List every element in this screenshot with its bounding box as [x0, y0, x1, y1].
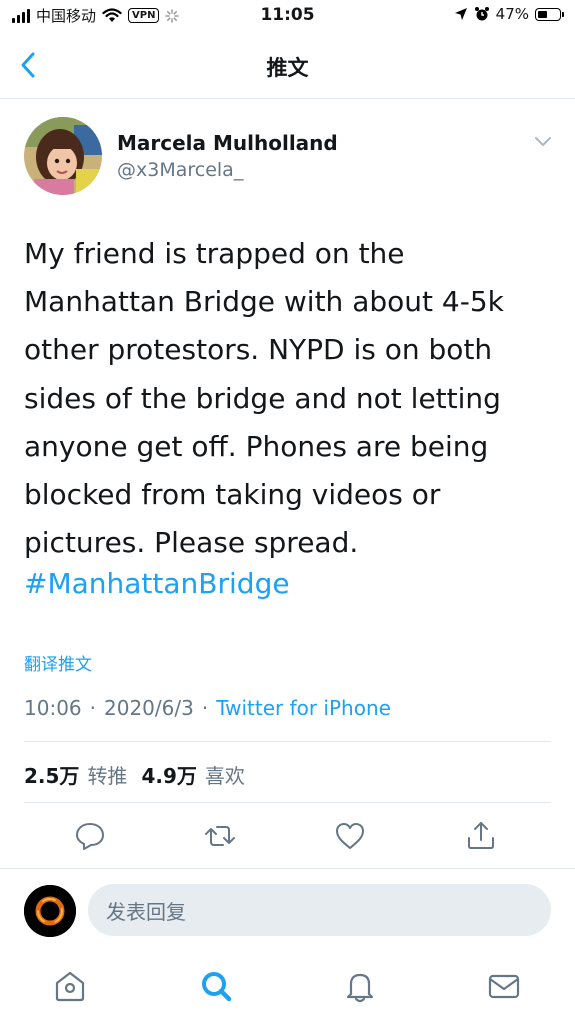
heart-icon[interactable]	[332, 818, 368, 854]
meta-separator: ·	[201, 696, 209, 720]
like-count[interactable]: 4.9万	[141, 760, 196, 789]
bell-icon[interactable]	[340, 966, 380, 1006]
location-arrow-icon	[454, 8, 467, 20]
home-icon[interactable]	[50, 966, 90, 1006]
tweet-date: 2020/6/3	[104, 696, 194, 720]
tweet-source-link[interactable]: Twitter for iPhone	[216, 696, 391, 720]
battery-icon	[535, 7, 564, 21]
alarm-icon	[474, 7, 489, 21]
chevron-down-icon[interactable]	[533, 134, 553, 148]
like-label[interactable]: 喜欢	[205, 760, 245, 789]
reply-input[interactable]: 发表回复	[88, 884, 551, 936]
divider	[0, 868, 575, 869]
divider	[24, 802, 551, 803]
author-name[interactable]: Marcela Mulholland	[117, 131, 338, 155]
share-icon[interactable]	[463, 818, 499, 854]
author-handle[interactable]: @x3Marcela_	[117, 159, 243, 181]
hashtag-link[interactable]: #ManhattanBridge	[24, 567, 290, 600]
avatar[interactable]	[24, 885, 76, 937]
retweet-count[interactable]: 2.5万	[24, 760, 79, 789]
status-right: 47%	[454, 5, 564, 23]
avatar[interactable]	[24, 117, 102, 195]
retweet-icon[interactable]	[202, 818, 238, 854]
search-icon[interactable]	[196, 966, 236, 1006]
page-title: 推文	[266, 56, 309, 80]
mail-icon[interactable]	[484, 966, 524, 1006]
tweet-meta: 10:06 · 2020/6/3 · Twitter for iPhone	[24, 696, 391, 720]
retweet-label[interactable]: 转推	[87, 760, 127, 789]
translate-tweet-link[interactable]: 翻译推文	[24, 650, 92, 675]
tweet-text: My friend is trapped on the Manhattan Br…	[24, 237, 504, 560]
divider	[24, 741, 551, 742]
meta-separator: ·	[89, 696, 96, 720]
tweet-time: 10:06	[24, 696, 82, 720]
tweet-stats: 2.5万 转推 4.9万 喜欢	[24, 760, 245, 789]
nav-header: 推文	[0, 32, 575, 99]
reply-icon[interactable]	[72, 818, 108, 854]
battery-percent: 47%	[495, 5, 529, 23]
status-bar: 中国移动 VPN 11:05 47%	[0, 0, 575, 32]
